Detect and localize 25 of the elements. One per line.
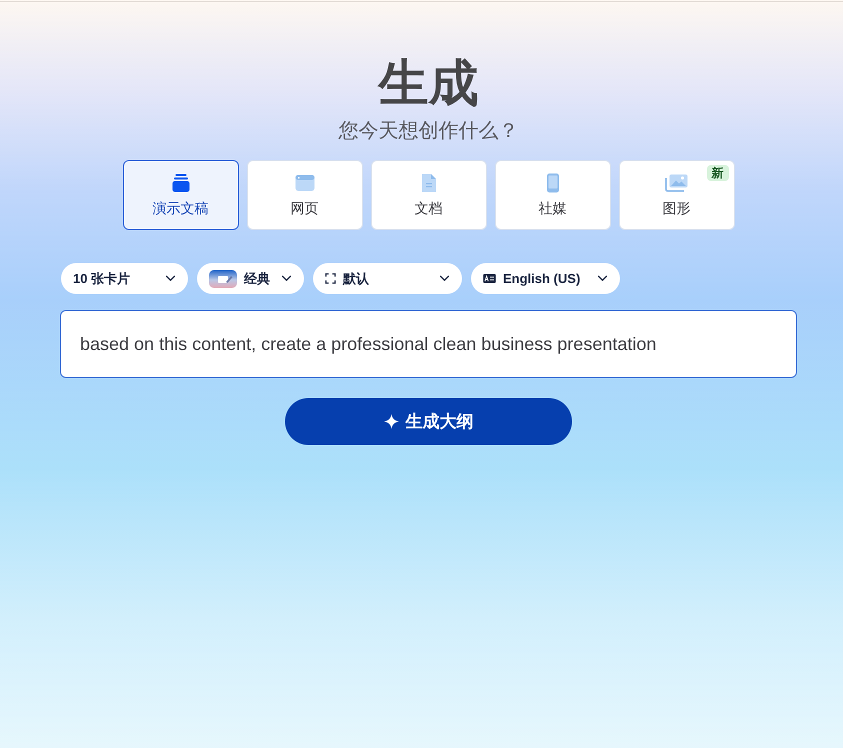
chevron-down-icon bbox=[281, 275, 292, 282]
language-dropdown[interactable]: English (US) bbox=[471, 263, 620, 294]
card-count-dropdown[interactable]: 10 张卡片 bbox=[61, 263, 188, 294]
generate-outline-button[interactable]: 生成大纲 bbox=[285, 398, 572, 445]
prompt-input-field[interactable]: based on this content, create a professional clean business presentation bbox=[60, 310, 797, 378]
image-gallery-icon bbox=[664, 173, 688, 193]
language-card-icon bbox=[483, 274, 496, 283]
stacked-cards-icon bbox=[170, 173, 190, 193]
page-title: 生成 bbox=[378, 54, 478, 113]
content-type-tab[interactable]: 网页 bbox=[246, 160, 362, 230]
sparkle-icon bbox=[384, 414, 398, 429]
chevron-down-icon bbox=[165, 275, 176, 282]
chevron-down-icon bbox=[439, 275, 450, 282]
page-subtitle: 您今天想创作什么？ bbox=[338, 119, 518, 144]
content-type-tab[interactable]: 图形 新 bbox=[618, 160, 734, 230]
content-type-tab[interactable]: 社媒 bbox=[494, 160, 610, 230]
size-dropdown[interactable]: 默认 bbox=[313, 263, 462, 294]
content-type-tab[interactable]: 演示文稿 bbox=[122, 160, 238, 230]
corner-brackets-icon bbox=[325, 273, 336, 284]
browser-window-icon bbox=[294, 173, 314, 193]
chevron-down-icon bbox=[597, 275, 608, 282]
content-type-tab[interactable]: 文档 bbox=[370, 160, 486, 230]
theme-thumbnail-icon bbox=[209, 270, 237, 288]
new-badge: 新 bbox=[706, 165, 728, 181]
theme-dropdown[interactable]: 经典 bbox=[197, 263, 304, 294]
